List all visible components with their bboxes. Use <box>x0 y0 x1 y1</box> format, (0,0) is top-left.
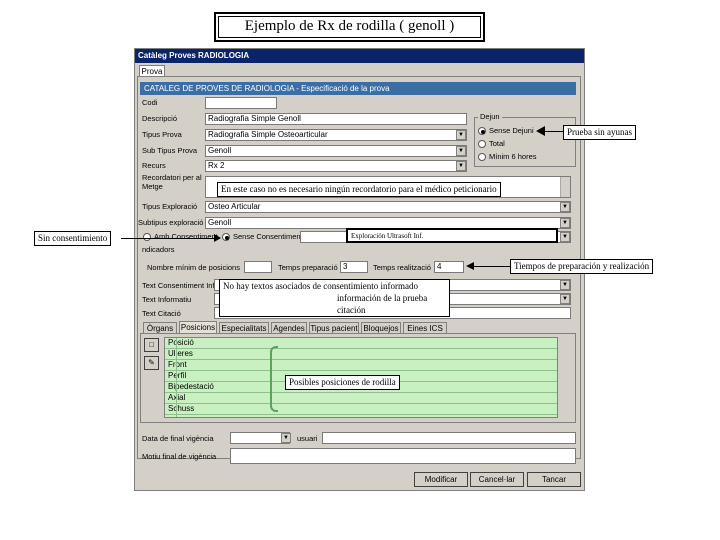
temps-realitzacio-label: Temps realització <box>373 263 431 272</box>
tab-agendes[interactable]: Agendes <box>271 322 307 333</box>
calendar-dropdown-icon[interactable]: ▼ <box>281 433 291 443</box>
radio-label: Sense Dejuni <box>489 126 534 135</box>
tab-bloquejos[interactable]: Bloquejos <box>361 322 401 333</box>
edit-icon[interactable]: ✎ <box>144 356 159 370</box>
callout-textos-line1: No hay textos asociados de consentimient… <box>223 281 418 291</box>
list-item[interactable]: Front <box>165 360 557 371</box>
radio-minim-6h[interactable] <box>478 153 486 161</box>
column-divider <box>176 338 177 417</box>
window-title: Catàleg Proves RADIOLOGIA <box>135 49 584 63</box>
chevron-down-icon[interactable]: ▼ <box>560 294 570 304</box>
chevron-down-icon[interactable]: ▼ <box>456 161 466 171</box>
radio-label: Amb Consentiment <box>154 232 218 241</box>
codi-label: Codi <box>142 98 158 107</box>
tipus-prova-select[interactable]: Radiografia Simple Osteoarticular <box>205 129 467 141</box>
sub-tipus-label: Sub Tipus Prova <box>142 146 198 155</box>
tipus-exploracio-select[interactable]: Osteo Articular <box>205 201 571 213</box>
arrow-line <box>544 131 563 132</box>
motiu-label: Motiu final de vigència <box>142 452 217 461</box>
dejun-title: Dejun <box>478 112 502 122</box>
chevron-down-icon[interactable]: ▼ <box>456 130 466 140</box>
arrow-line <box>121 238 217 239</box>
callout-exploracion: Exploración Ultrasoft Inf. <box>346 228 558 243</box>
chevron-down-icon[interactable]: ▼ <box>560 202 570 212</box>
callout-sin-consentimiento: Sin consentimiento <box>34 231 112 246</box>
new-document-icon[interactable]: □ <box>144 338 159 352</box>
text-consent-label: Text Consentiment Inf <box>142 281 215 290</box>
temps-realitzacio-input[interactable]: 4 <box>434 261 464 273</box>
indicadors-label: ndicadors <box>142 245 175 254</box>
slide-title: Ejemplo de Rx de rodilla ( genoll ) <box>214 12 485 42</box>
chevron-down-icon[interactable]: ▼ <box>560 218 570 228</box>
num-posicions-input[interactable] <box>244 261 272 273</box>
chevron-down-icon[interactable]: ▼ <box>456 146 466 156</box>
tipus-exploracio-label: Tipus Exploració <box>142 202 198 211</box>
arrow-head <box>214 234 221 242</box>
form-header: CATALEG DE PROVES DE RADIOLOGIA - Especi… <box>140 82 576 95</box>
num-posicions-label: Nombre mínim de posicions <box>147 263 240 272</box>
data-vigencia-label: Data de final vigència <box>142 434 214 443</box>
list-item[interactable]: Schuss <box>165 404 557 415</box>
subtipus-exploracio-label: Subtipus exploració <box>138 218 204 227</box>
tab-prova[interactable]: Prova <box>139 65 165 76</box>
callout-recordatorio: En este caso no es necesario ningún reco… <box>217 182 501 197</box>
usuari-input[interactable] <box>322 432 576 444</box>
radio-label: Total <box>489 139 505 148</box>
codi-input[interactable] <box>205 97 277 109</box>
radio-label: Sense Consentiment <box>233 232 303 241</box>
usuari-label: usuari <box>297 434 318 443</box>
list-header: Posició <box>165 338 557 349</box>
close-button[interactable]: Tancar <box>527 472 581 487</box>
radio-amb-consentiment[interactable] <box>143 233 151 241</box>
callout-textos-line2: información de la prueba <box>337 293 428 303</box>
text-informatiu-label: Text Informatiu <box>142 295 192 304</box>
tab-eines-ics[interactable]: Eines ICS <box>403 322 447 333</box>
list-item[interactable]: Ulleres <box>165 349 557 360</box>
chevron-down-icon[interactable]: ▼ <box>560 232 570 242</box>
scrollbar[interactable] <box>560 177 570 197</box>
arrow-line <box>473 266 510 267</box>
tab-tipus-pacient[interactable]: Tipus pacient <box>309 322 359 333</box>
recurs-select[interactable]: Rx 2 <box>205 160 467 172</box>
motiu-input[interactable] <box>230 448 576 464</box>
list-item[interactable]: Axial <box>165 393 557 404</box>
radio-label: Mínim 6 hores <box>489 152 537 161</box>
tipus-prova-label: Tipus Prova <box>142 130 182 139</box>
tab-especialitats[interactable]: Especialitats <box>219 322 269 333</box>
tab-organs[interactable]: Òrgans <box>143 322 177 333</box>
cancel-button[interactable]: Cancel·lar <box>470 472 524 487</box>
recurs-label: Recurs <box>142 161 166 170</box>
radio-sense-consentiment[interactable] <box>222 233 230 241</box>
radio-total[interactable] <box>478 140 486 148</box>
recordatori-label: Recordatori per al Metge <box>142 173 202 191</box>
tab-posicions[interactable]: Posicions <box>179 321 217 333</box>
callout-tiempos: Tiempos de preparación y realización <box>510 259 654 274</box>
callout-textos-line3: citación <box>337 305 366 315</box>
temps-preparacio-label: Temps preparació <box>278 263 338 272</box>
descripcio-label: Descripció <box>142 114 178 123</box>
sub-tipus-select[interactable]: Genoll <box>205 145 467 157</box>
callout-posiciones: Posibles posiciones de rodilla <box>285 375 400 390</box>
radio-sense-dejuni[interactable] <box>478 127 486 135</box>
text-citacio-label: Text Citació <box>142 309 181 318</box>
chevron-down-icon[interactable]: ▼ <box>560 280 570 290</box>
brace <box>270 346 278 412</box>
modify-button[interactable]: Modificar <box>414 472 468 487</box>
temps-preparacio-input[interactable]: 3 <box>340 261 368 273</box>
callout-prueba-ayunas: Prueba sin ayunas <box>563 125 636 140</box>
descripcio-input[interactable]: Radiografia Simple Genoll <box>205 113 467 125</box>
